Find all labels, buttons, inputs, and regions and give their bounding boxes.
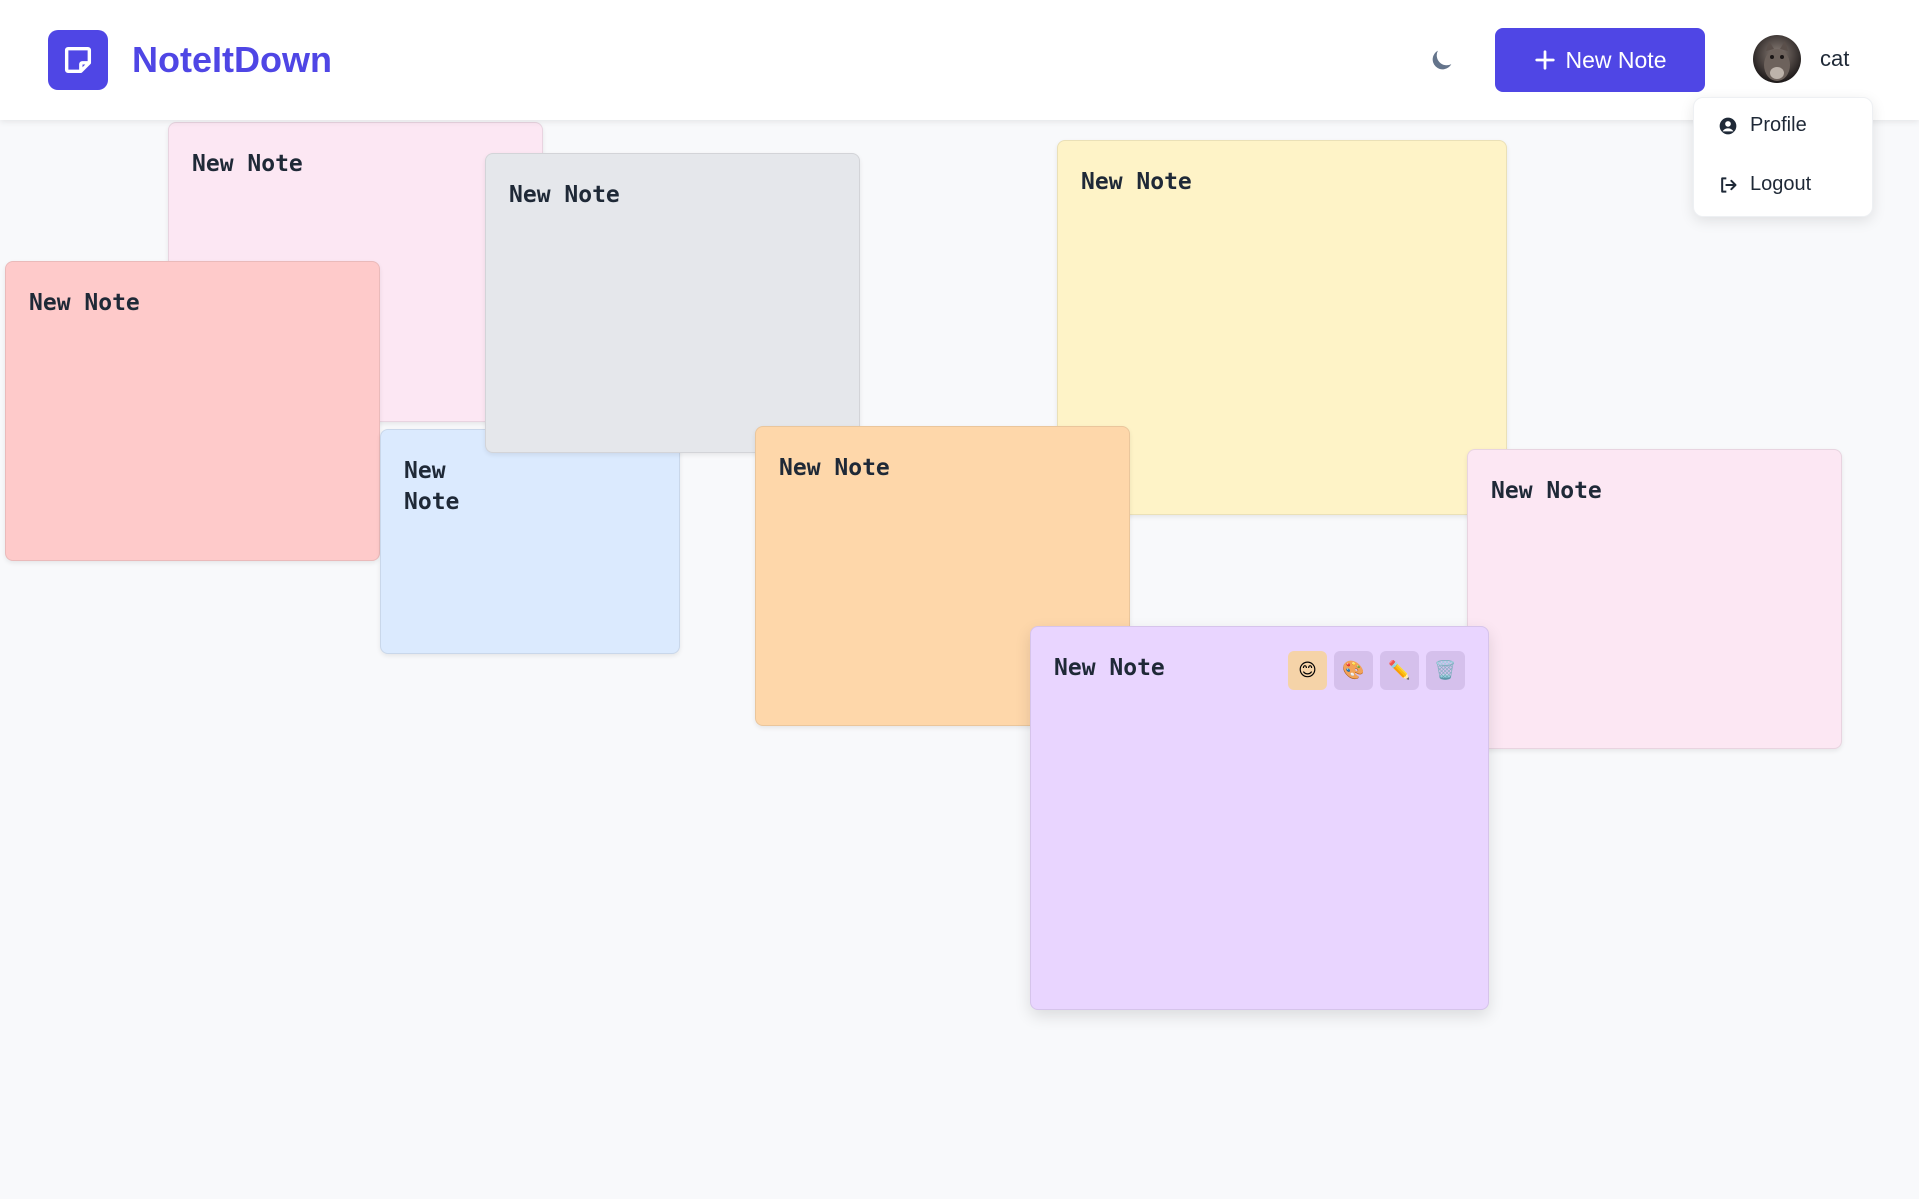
emoji-button[interactable]: 😊 <box>1288 651 1327 690</box>
note-title[interactable]: New Note <box>779 453 890 484</box>
note-title[interactable]: New Note <box>192 149 303 180</box>
logo[interactable] <box>48 30 108 90</box>
edit-button[interactable]: ✏️ <box>1380 651 1419 690</box>
new-note-label: New Note <box>1565 46 1667 73</box>
note-title[interactable]: New Note <box>1491 476 1602 507</box>
moon-icon <box>1432 50 1452 70</box>
sticky-note-active[interactable]: New Note 😊 🎨 ✏️ 🗑️ <box>1030 626 1489 1010</box>
user-circle-icon <box>1719 117 1737 134</box>
top-navbar: NoteItDown New Note cat <box>0 0 1919 120</box>
menu-item-profile[interactable]: Profile <box>1718 114 1807 137</box>
app-name[interactable]: NoteItDown <box>132 38 332 82</box>
color-palette-button[interactable]: 🎨 <box>1334 651 1373 690</box>
cat-avatar-image <box>1764 41 1790 81</box>
plus-icon <box>1534 50 1555 70</box>
menu-item-logout[interactable]: Logout <box>1718 173 1811 196</box>
sticky-note[interactable]: New Note <box>1467 449 1842 749</box>
menu-item-label: Profile <box>1750 114 1807 136</box>
note-title[interactable]: New Note <box>1081 167 1192 198</box>
sticky-note[interactable]: New Note <box>485 153 860 453</box>
sticky-note[interactable]: New Note <box>380 429 680 654</box>
note-title[interactable]: New Note <box>509 180 620 211</box>
note-title[interactable]: New Note <box>29 288 140 319</box>
avatar[interactable] <box>1753 35 1801 83</box>
note-title[interactable]: New Note <box>1054 653 1165 684</box>
delete-button[interactable]: 🗑️ <box>1426 651 1465 690</box>
sticky-note[interactable]: New Note <box>5 261 380 561</box>
sticky-note-icon <box>64 46 92 74</box>
logout-icon <box>1721 176 1737 193</box>
user-menu-dropdown: Profile Logout <box>1693 97 1873 217</box>
note-title[interactable]: New Note <box>404 456 464 518</box>
menu-item-label: Logout <box>1750 173 1812 195</box>
dark-mode-toggle[interactable] <box>1424 42 1460 78</box>
new-note-button[interactable]: New Note <box>1495 28 1705 92</box>
note-toolbar: 😊 🎨 ✏️ 🗑️ <box>1288 651 1465 690</box>
username[interactable]: cat <box>1820 46 1849 72</box>
